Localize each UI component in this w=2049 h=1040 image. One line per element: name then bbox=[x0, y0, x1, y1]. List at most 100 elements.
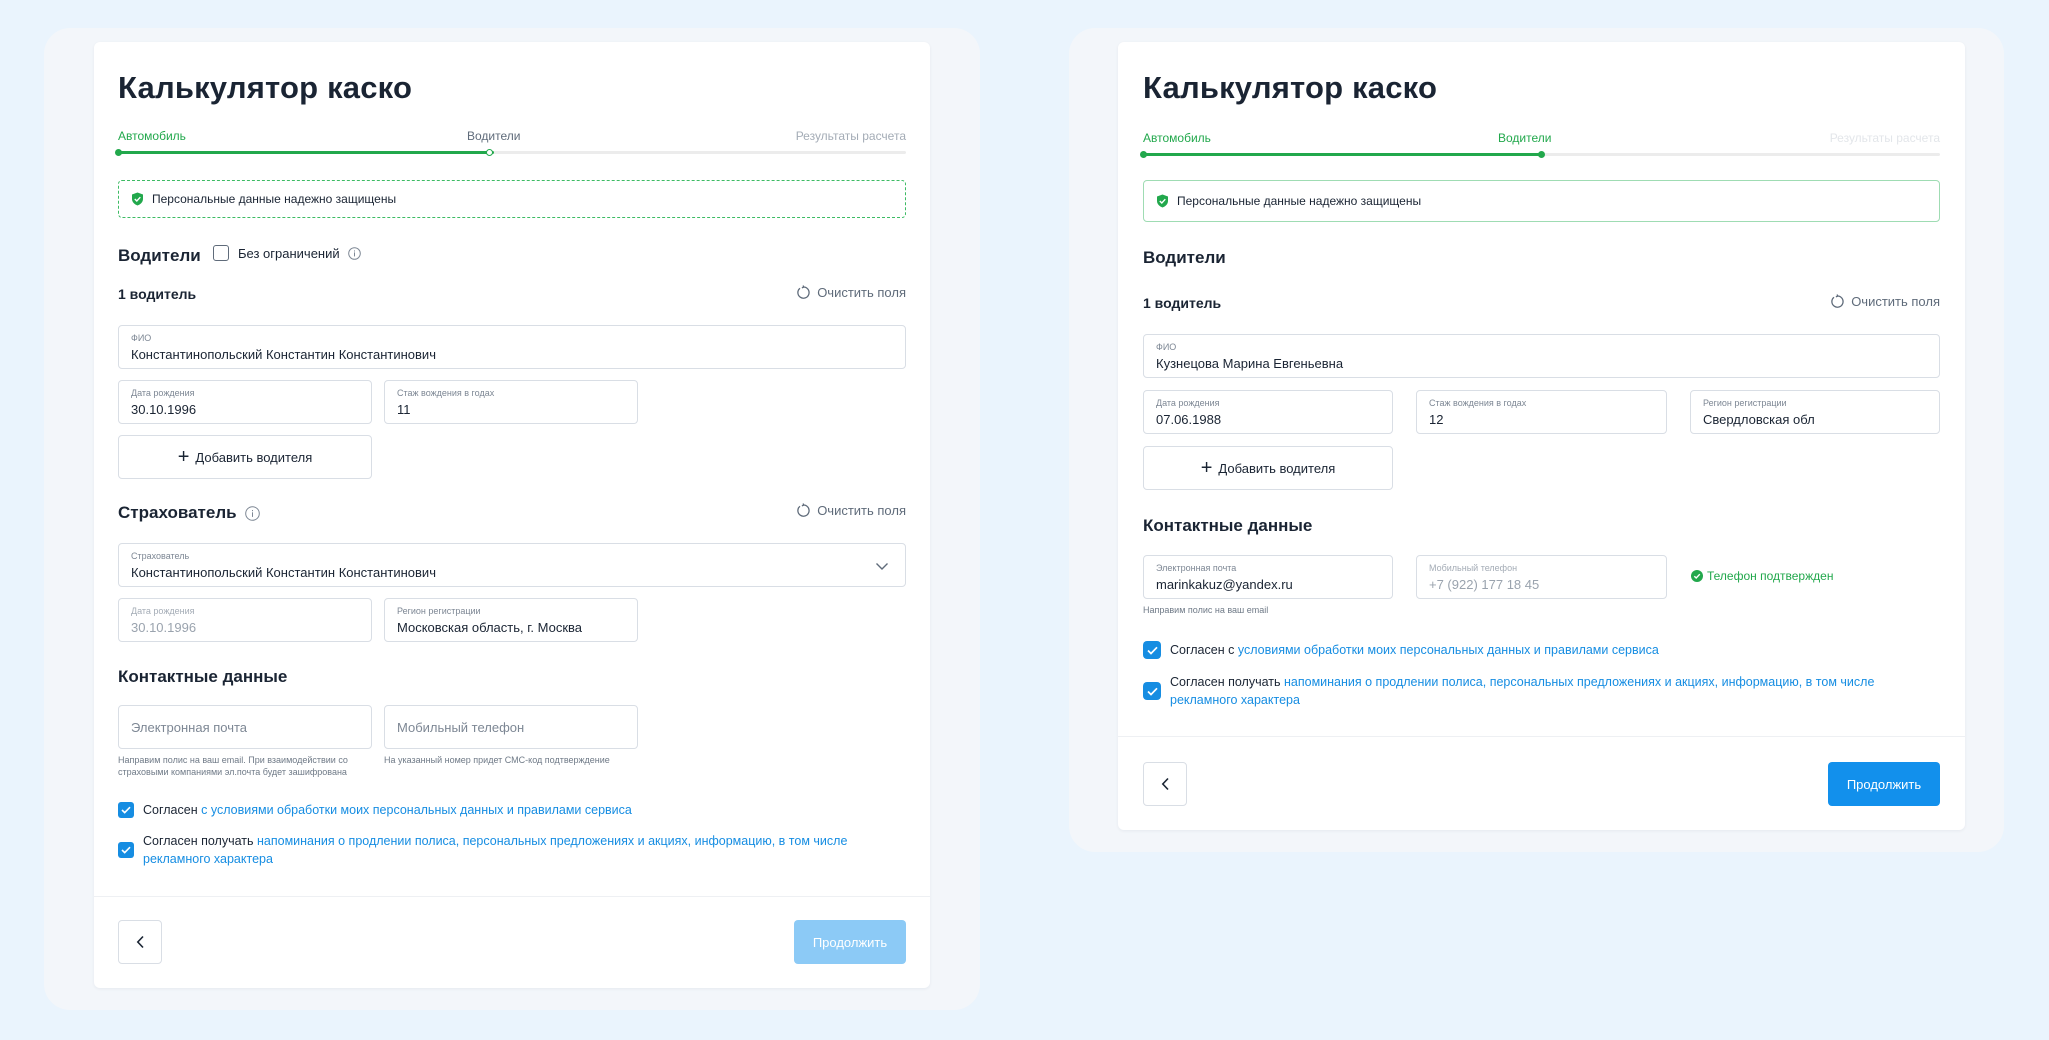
email-field[interactable]: Электронная почта marinkakuz@yandex.ru bbox=[1143, 555, 1393, 599]
page-title: Калькулятор каско bbox=[1143, 70, 1438, 105]
experience-field[interactable]: Стаж вождения в годах 12 bbox=[1416, 390, 1667, 434]
clear-insurer-label: Очистить поля bbox=[817, 503, 906, 518]
birthdate-field-label: Дата рождения bbox=[131, 388, 195, 398]
consent-terms-row[interactable]: Согласен с условиями обработки моих перс… bbox=[118, 801, 906, 819]
experience-field-value: 11 bbox=[397, 402, 411, 417]
consent-marketing-prefix: Согласен получать bbox=[1170, 675, 1281, 689]
email-field-value: marinkakuz@yandex.ru bbox=[1156, 577, 1293, 592]
no-limits-checkbox-row[interactable]: Без ограничений bbox=[213, 245, 361, 261]
fio-field-label: ФИО bbox=[1156, 342, 1177, 352]
refresh-icon bbox=[796, 285, 811, 300]
region-field[interactable]: Регион регистрации Свердловская обл bbox=[1690, 390, 1940, 434]
fio-field[interactable]: ФИО Константинопольский Константин Конст… bbox=[118, 325, 906, 369]
chevron-left-icon bbox=[136, 935, 144, 949]
birthdate-field[interactable]: Дата рождения 30.10.1996 bbox=[118, 380, 372, 424]
step-results: Результаты расчета bbox=[1829, 131, 1940, 145]
chevron-left-icon bbox=[1161, 777, 1169, 791]
right-calculator-card: Калькулятор каско Автомобиль Водители Ре… bbox=[1118, 42, 1965, 830]
add-driver-button[interactable]: + Добавить водителя bbox=[118, 435, 372, 479]
phone-field-value: +7 (922) 177 18 45 bbox=[1429, 577, 1540, 592]
step-auto: Автомобиль bbox=[118, 129, 186, 143]
fio-field-value: Кузнецова Марина Евгеньевна bbox=[1156, 356, 1344, 371]
consent-marketing-row[interactable]: Согласен получать напоминания о продлени… bbox=[1143, 673, 1903, 709]
clear-insurer-button[interactable]: Очистить поля bbox=[796, 503, 906, 518]
phone-field: Мобильный телефон +7 (922) 177 18 45 bbox=[1416, 555, 1667, 599]
privacy-banner-text: Персональные данные надежно защищены bbox=[152, 192, 397, 206]
email-field[interactable]: Электронная почта bbox=[118, 705, 372, 749]
consent-terms-link[interactable]: с условиями обработки моих персональных … bbox=[201, 803, 632, 817]
check-circle-icon bbox=[1691, 570, 1703, 582]
continue-button[interactable]: Продолжить bbox=[1828, 762, 1940, 806]
page-title: Калькулятор каско bbox=[118, 70, 413, 105]
consent-terms-checkbox[interactable] bbox=[1143, 641, 1161, 659]
contacts-heading: Контактные данные bbox=[118, 667, 288, 686]
insurer-region-field[interactable]: Регион регистрации Московская область, г… bbox=[384, 598, 638, 642]
footer-divider bbox=[94, 896, 930, 897]
insurer-region-value: Московская область, г. Москва bbox=[397, 620, 583, 635]
plus-icon: + bbox=[177, 446, 190, 468]
stepper-progress bbox=[118, 151, 494, 154]
continue-button[interactable]: Продолжить bbox=[794, 920, 906, 964]
stepper-dot-drivers bbox=[1538, 151, 1545, 158]
back-button[interactable] bbox=[118, 920, 162, 964]
insurer-select[interactable]: Страхователь Константинопольский Констан… bbox=[118, 543, 906, 587]
insurer-birthdate-value: 30.10.1996 bbox=[131, 620, 197, 635]
stepper-dot-drivers bbox=[486, 149, 493, 156]
consent-terms-link[interactable]: условиями обработки моих персональных да… bbox=[1238, 643, 1659, 657]
clear-driver-label: Очистить поля bbox=[1851, 294, 1940, 309]
clear-driver-button[interactable]: Очистить поля bbox=[796, 285, 906, 300]
check-icon bbox=[121, 846, 131, 854]
no-limits-checkbox[interactable] bbox=[213, 245, 229, 261]
insurer-birthdate-label: Дата рождения bbox=[131, 606, 195, 616]
fio-field-value: Константинопольский Константин Константи… bbox=[131, 347, 436, 362]
consent-terms-prefix: Согласен bbox=[143, 803, 198, 817]
contacts-heading: Контактные данные bbox=[1143, 516, 1313, 535]
birthdate-field[interactable]: Дата рождения 07.06.1988 bbox=[1143, 390, 1393, 434]
check-icon bbox=[1146, 646, 1158, 655]
back-button[interactable] bbox=[1143, 762, 1187, 806]
consent-terms-row[interactable]: Согласен с условиями обработки моих перс… bbox=[1143, 641, 1940, 659]
chevron-down-icon[interactable] bbox=[875, 558, 889, 576]
step-drivers: Водители bbox=[1498, 131, 1552, 145]
consent-marketing-checkbox[interactable] bbox=[1143, 682, 1161, 700]
consent-marketing-text: Согласен получать напоминания о продлени… bbox=[143, 832, 878, 868]
info-icon[interactable] bbox=[347, 246, 361, 260]
consent-marketing-checkbox[interactable] bbox=[118, 842, 134, 858]
stepper-progress bbox=[1143, 153, 1541, 156]
birthdate-field-value: 30.10.1996 bbox=[131, 402, 197, 417]
consent-marketing-row[interactable]: Согласен получать напоминания о продлени… bbox=[118, 832, 878, 868]
add-driver-label: Добавить водителя bbox=[195, 449, 313, 465]
consent-terms-prefix: Согласен с bbox=[1170, 643, 1235, 657]
insurer-heading-row: Страхователь bbox=[118, 503, 260, 523]
check-icon bbox=[1146, 687, 1158, 696]
clear-driver-button[interactable]: Очистить поля bbox=[1830, 294, 1940, 309]
driver-1-heading: 1 водитель bbox=[1143, 295, 1222, 311]
plus-icon: + bbox=[1200, 457, 1213, 479]
consent-terms-text: Согласен с условиями обработки моих перс… bbox=[143, 801, 632, 819]
step-results: Результаты расчета bbox=[795, 129, 906, 143]
drivers-heading: Водители bbox=[118, 246, 201, 265]
experience-field[interactable]: Стаж вождения в годах 11 bbox=[384, 380, 638, 424]
privacy-banner: Персональные данные надежно защищены bbox=[1143, 180, 1940, 222]
consent-terms-checkbox[interactable] bbox=[118, 802, 134, 818]
region-field-label: Регион регистрации bbox=[1703, 398, 1787, 408]
privacy-banner: Персональные данные надежно защищены bbox=[118, 180, 906, 218]
check-icon bbox=[121, 806, 131, 814]
refresh-icon bbox=[1830, 294, 1845, 309]
fio-field[interactable]: ФИО Кузнецова Марина Евгеньевна bbox=[1143, 334, 1940, 378]
step-auto: Автомобиль bbox=[1143, 131, 1211, 145]
privacy-banner-text: Персональные данные надежно защищены bbox=[1177, 194, 1422, 208]
insurer-region-label: Регион регистрации bbox=[397, 606, 481, 616]
info-icon[interactable] bbox=[244, 505, 260, 521]
phone-verified-status: Телефон подтвержден bbox=[1691, 569, 1833, 583]
phone-field[interactable]: Мобильный телефон bbox=[384, 705, 638, 749]
add-driver-button[interactable]: + Добавить водителя bbox=[1143, 446, 1393, 490]
drivers-heading: Водители bbox=[1143, 248, 1226, 267]
insurer-select-value: Константинопольский Константин Константи… bbox=[131, 565, 436, 580]
experience-field-value: 12 bbox=[1429, 412, 1444, 427]
birthdate-field-label: Дата рождения bbox=[1156, 398, 1220, 408]
email-hint: Направим полис на ваш email. При взаимод… bbox=[118, 755, 348, 777]
consent-marketing-prefix: Согласен получать bbox=[143, 834, 254, 848]
email-field-placeholder: Электронная почта bbox=[131, 719, 248, 735]
fio-field-label: ФИО bbox=[131, 333, 152, 343]
